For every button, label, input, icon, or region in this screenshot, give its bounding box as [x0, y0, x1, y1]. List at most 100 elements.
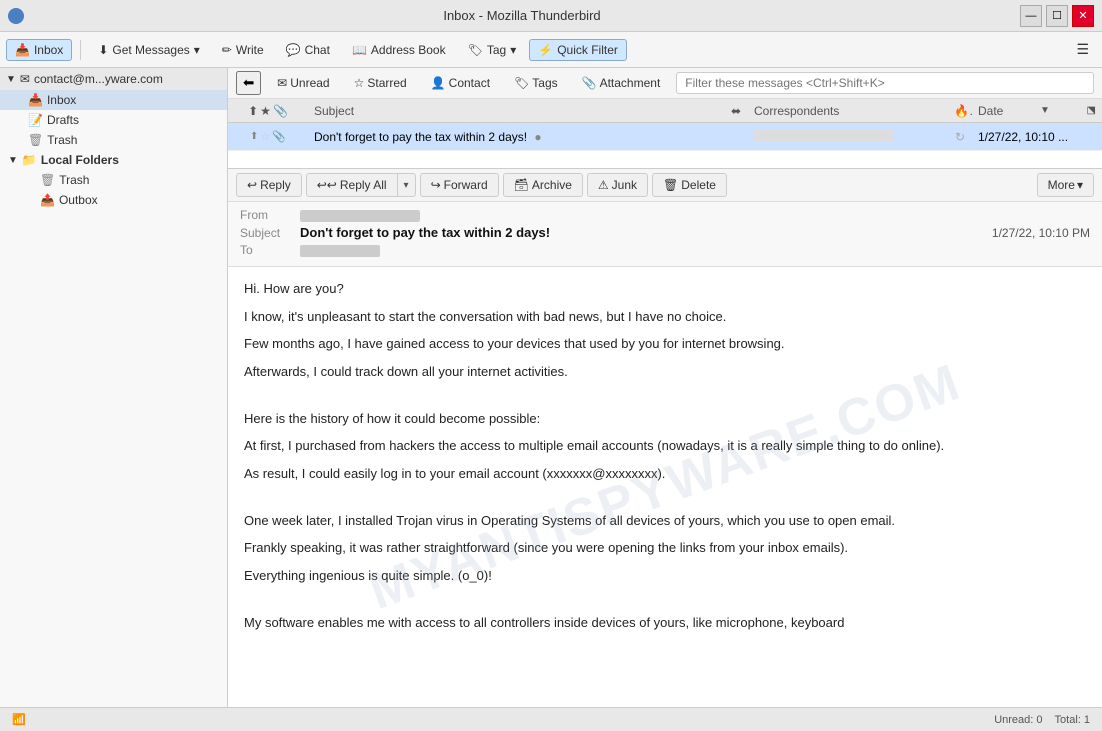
reply-button[interactable]: ↩ Reply — [236, 173, 302, 197]
star-icon[interactable]: ☆ — [260, 130, 270, 143]
body-line8: At first, I purchased from hackers the a… — [244, 436, 1086, 456]
email-icon: ✉ — [20, 72, 30, 86]
row-date: 1/27/22, 10:10 ... — [972, 130, 1102, 144]
sidebar-drafts-label: Drafts — [47, 113, 79, 127]
sidebar-outbox-label: Outbox — [59, 193, 98, 207]
write-icon: ✏ — [222, 43, 232, 57]
status-right: Unread: 0 Total: 1 — [994, 714, 1090, 726]
email-view: ↩ Reply ↩↩ Reply All ▾ ↪ Forward 🗃 Arch — [228, 169, 1102, 707]
unread-icon: ✉ — [277, 76, 287, 90]
total-count: Total: 1 — [1055, 714, 1090, 726]
archive-icon: 🗃 — [514, 178, 529, 192]
header-date[interactable]: Date ▼ ⬔ — [972, 104, 1102, 118]
get-messages-button[interactable]: ⬇ Get Messages ▾ — [89, 39, 208, 61]
to-blurred — [300, 245, 380, 257]
header-icons: ⬆ ★ 📎 — [228, 104, 308, 118]
drafts-folder-icon: 📝 — [28, 113, 43, 127]
filter-back-button[interactable]: ⬅ — [236, 71, 261, 95]
filter-tags-button[interactable]: 🏷 Tags — [506, 73, 566, 93]
title-bar: Inbox - Mozilla Thunderbird — ☐ ✕ — [0, 0, 1102, 32]
sidebar-trash-label: Trash — [47, 133, 77, 147]
quick-filter-button[interactable]: ⚡ Quick Filter — [529, 39, 627, 61]
header-subject[interactable]: Subject — [308, 104, 724, 118]
message-row[interactable]: ⬆ ☆ 📎 Don't forget to pay the tax within… — [228, 123, 1102, 151]
local-folders-icon: 📁 — [22, 153, 37, 167]
tag-icon: 🏷 — [468, 43, 483, 57]
header-correspondents[interactable]: Correspondents — [748, 104, 948, 118]
inbox-button[interactable]: 📥 Inbox — [6, 39, 72, 61]
sort-icon: ▼ — [1040, 105, 1050, 116]
close-button[interactable]: ✕ — [1072, 5, 1094, 27]
thread-icon: ⬆ — [248, 104, 258, 118]
sidebar-outbox[interactable]: 📤 Outbox — [0, 190, 227, 210]
filter-attachment-button[interactable]: 📎 Attachment — [574, 73, 669, 93]
local-expand-icon: ▼ — [8, 155, 18, 166]
sidebar-local-folders[interactable]: ▼ 📁 Local Folders — [0, 150, 227, 170]
body-line9: As result, I could easily log in to your… — [244, 464, 1086, 484]
filter-unread-button[interactable]: ✉ Unread — [269, 73, 337, 93]
from-label: From — [240, 208, 300, 222]
filter-search-input[interactable] — [676, 72, 1094, 94]
body-line13: Everything ingenious is quite simple. (o… — [244, 566, 1086, 586]
row-status: ↻ — [948, 130, 972, 144]
chat-button[interactable]: 💬 Chat — [277, 39, 339, 61]
window-title: Inbox - Mozilla Thunderbird — [24, 8, 1020, 23]
row-correspondents — [748, 130, 948, 144]
filter-starred-button[interactable]: ☆ Starred — [346, 73, 415, 93]
delete-button[interactable]: 🗑 Delete — [652, 173, 727, 197]
main-layout: ▼ ✉ contact@m...yware.com 📥 Inbox 📝 Draf… — [0, 68, 1102, 707]
forward-button[interactable]: ↪ Forward — [420, 173, 499, 197]
archive-button[interactable]: 🗃 Archive — [503, 173, 583, 197]
write-button[interactable]: ✏ Write — [213, 39, 273, 61]
expand-col-icon: ⬔ — [1087, 105, 1096, 116]
get-messages-icon: ⬇ — [98, 43, 108, 57]
reply-toolbar: ↩ Reply ↩↩ Reply All ▾ ↪ Forward 🗃 Arch — [228, 169, 1102, 202]
inbox-icon: 📥 — [15, 43, 30, 57]
email-header: From Subject Don't forget to pay the tax… — [228, 202, 1102, 267]
hamburger-icon: ☰ — [1076, 41, 1089, 58]
chat-icon: 💬 — [286, 43, 301, 57]
sidebar-item-drafts[interactable]: 📝 Drafts — [0, 110, 227, 130]
watermark: MYANTISPYWARE.COM — [358, 344, 971, 631]
row-icons: ⬆ ☆ 📎 — [228, 130, 308, 143]
content-area: ⬅ ✉ Unread ☆ Starred 👤 Contact 🏷 Tags 📎 … — [228, 68, 1102, 707]
maximize-button[interactable]: ☐ — [1046, 5, 1068, 27]
reply-all-button[interactable]: ↩↩ Reply All — [307, 174, 398, 196]
subject-value: Don't forget to pay the tax within 2 day… — [300, 225, 992, 240]
sidebar-local-trash[interactable]: 🗑 Trash — [0, 170, 227, 190]
forward-icon: ↪ — [431, 178, 441, 192]
message-list: ⬆ ★ 📎 Subject ⬌ Correspondents 🔥 Date ▼ … — [228, 99, 1102, 169]
status-bar: 📶 Unread: 0 Total: 1 — [0, 707, 1102, 731]
reply-all-dropdown[interactable]: ▾ — [398, 176, 415, 195]
body-line11: One week later, I installed Trojan virus… — [244, 511, 1086, 531]
minimize-button[interactable]: — — [1020, 5, 1042, 27]
reply-all-icon: ↩↩ — [317, 178, 337, 192]
sidebar-local-trash-label: Trash — [59, 173, 89, 187]
junk-icon: ⚠ — [598, 178, 609, 192]
body-line3: I know, it's unpleasant to start the con… — [244, 307, 1086, 327]
menu-button[interactable]: ☰ — [1069, 37, 1096, 62]
tag-button[interactable]: 🏷 Tag ▾ — [459, 39, 526, 61]
expand-icon: ▼ — [6, 74, 16, 85]
correspondents-blurred — [754, 130, 894, 141]
attachment-header-icon: 📎 — [273, 104, 288, 118]
local-trash-icon: 🗑 — [40, 173, 55, 187]
local-folders-label: Local Folders — [41, 153, 119, 167]
address-book-button[interactable]: 📖 Address Book — [343, 39, 455, 61]
wifi-icon: 📶 — [12, 713, 26, 726]
tag-dropdown-icon: ▾ — [510, 43, 516, 57]
junk-button[interactable]: ⚠ Junk — [587, 173, 648, 197]
to-row: To — [240, 243, 1090, 257]
more-button[interactable]: More ▾ — [1037, 173, 1094, 197]
contact-icon: 👤 — [431, 76, 446, 90]
sidebar-item-trash[interactable]: 🗑 Trash — [0, 130, 227, 150]
window-controls: — ☐ ✕ — [1020, 5, 1094, 27]
sidebar-account[interactable]: ▼ ✉ contact@m...yware.com — [0, 68, 227, 90]
body-line7: Here is the history of how it could beco… — [244, 409, 1086, 429]
trash-folder-icon: 🗑 — [28, 133, 43, 147]
row-subject: Don't forget to pay the tax within 2 day… — [308, 130, 724, 144]
tags-icon: 🏷 — [514, 76, 529, 90]
sidebar-item-inbox[interactable]: 📥 Inbox — [0, 90, 227, 110]
body-line4: Few months ago, I have gained access to … — [244, 334, 1086, 354]
filter-contact-button[interactable]: 👤 Contact — [423, 73, 498, 93]
